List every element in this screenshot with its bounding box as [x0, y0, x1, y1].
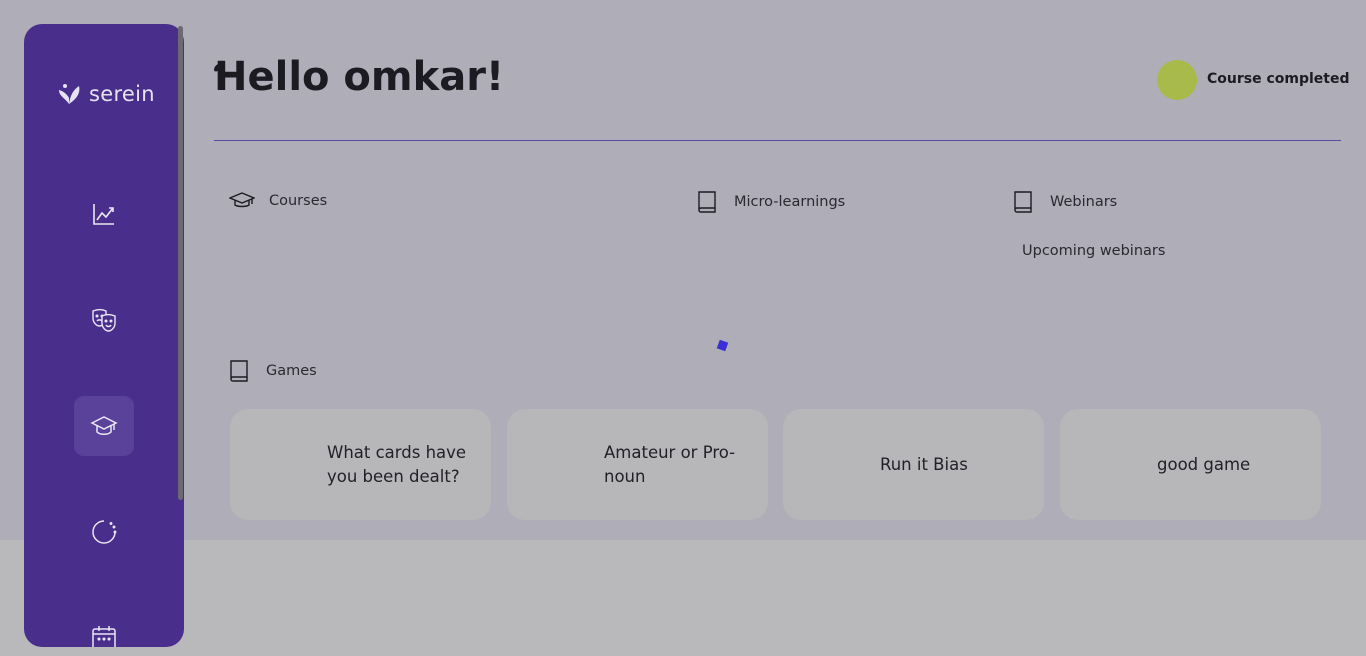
graduation-cap-icon: [90, 416, 118, 435]
sidebar-item-analytics[interactable]: [74, 184, 134, 244]
avatar[interactable]: [1157, 60, 1197, 100]
course-status-text: Course completed: [1207, 71, 1350, 87]
logo[interactable]: serein: [57, 82, 155, 106]
theater-masks-icon: [92, 308, 116, 332]
section-courses: Courses: [229, 190, 327, 212]
game-card[interactable]: Amateur or Pro-noun: [507, 409, 768, 520]
sidebar-item-roleplay[interactable]: [74, 290, 134, 350]
game-card-title: good game: [1157, 454, 1251, 474]
logo-text: serein: [89, 82, 155, 106]
section-courses-label: Courses: [269, 193, 328, 209]
section-webinars-label: Webinars: [1050, 194, 1118, 210]
page-title: Hello omkar!: [214, 54, 505, 100]
book-icon: [698, 191, 716, 213]
section-webinars: Webinars: [1010, 191, 1117, 213]
game-card[interactable]: Run it Bias: [783, 409, 1044, 520]
serein-leaf-icon: [59, 84, 80, 104]
upcoming-webinars-label: Upcoming webinars: [1022, 243, 1166, 259]
loading-circle-icon: [92, 520, 117, 544]
chart-line-icon: [93, 204, 114, 225]
section-micro-learnings: Micro-learnings: [694, 191, 845, 213]
calendar-icon: [92, 626, 116, 647]
sidebar-item-calendar[interactable]: [74, 608, 134, 647]
section-micro-learnings-label: Micro-learnings: [734, 194, 846, 210]
section-games: Games: [226, 360, 317, 382]
sidebar-item-courses[interactable]: [74, 396, 134, 456]
game-card-title: Run it Bias: [880, 454, 968, 474]
game-card-title: Amateur or Pro-noun: [604, 442, 736, 486]
graduation-cap-icon: [229, 192, 255, 208]
book-icon: [230, 360, 248, 382]
game-card[interactable]: good game: [1060, 409, 1321, 520]
header-divider: [214, 140, 1341, 141]
book-icon: [1014, 191, 1032, 213]
sidebar-item-progress[interactable]: [74, 502, 134, 562]
game-card[interactable]: What cards have you been dealt?: [230, 409, 491, 520]
sidebar: serein: [24, 24, 184, 647]
game-card-title: What cards have you been dealt?: [327, 442, 467, 486]
section-games-label: Games: [266, 363, 317, 379]
sidebar-scrollbar[interactable]: [178, 26, 183, 500]
